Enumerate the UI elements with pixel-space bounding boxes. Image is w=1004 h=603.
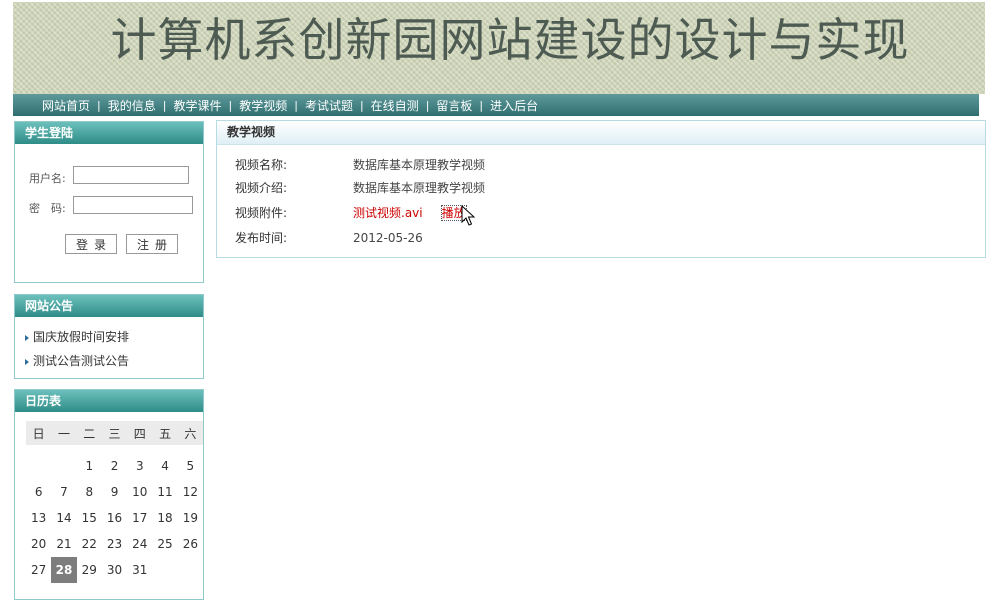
- day-cell: 12: [182, 485, 198, 499]
- day-cell: 23: [106, 537, 123, 551]
- video-attachment-row: 视频附件: 测试视频.avi 播放: [235, 204, 467, 221]
- nav-videos[interactable]: 教学视频: [232, 97, 294, 114]
- notice-list: 国庆放假时间安排 测试公告测试公告: [15, 317, 203, 373]
- day-cell: [152, 557, 177, 583]
- day-cell: 17: [132, 511, 148, 525]
- nav-self-test[interactable]: 在线自测: [364, 97, 426, 114]
- day-cell: 30: [106, 563, 123, 577]
- weekday-cell: 二: [76, 421, 102, 445]
- video-name-label: 视频名称:: [235, 158, 288, 172]
- weekday-cell: 日: [26, 421, 52, 445]
- day-cell: 14: [56, 511, 72, 525]
- main-nav: 网站首页 | 我的信息 | 教学课件 | 教学视频 | 考试试题 | 在线自测 | 留言板 |…: [13, 94, 979, 116]
- weekday-cell: 五: [152, 421, 178, 445]
- bullet-arrow-icon: [25, 334, 29, 341]
- mouse-pointer-icon: [461, 205, 475, 226]
- login-button[interactable]: 登录: [65, 234, 117, 254]
- video-date-label: 发布时间:: [235, 231, 288, 245]
- password-input[interactable]: [73, 196, 193, 214]
- day-cell: 27: [30, 563, 47, 577]
- password-label: 密 码:: [29, 202, 66, 215]
- weekday-cell: 四: [127, 421, 153, 445]
- notice-item[interactable]: 测试公告测试公告: [25, 349, 203, 373]
- nav-home[interactable]: 网站首页: [35, 97, 97, 114]
- day-cell: 8: [85, 485, 94, 499]
- day-cell: 25: [157, 537, 173, 551]
- day-cell: 26: [182, 537, 198, 551]
- day-cell: [26, 453, 51, 479]
- day-cell: 9: [110, 485, 119, 499]
- calendar-week: 27 28 29 30 31: [26, 557, 203, 583]
- day-cell: 29: [81, 563, 97, 577]
- username-label: 用户名:: [29, 172, 66, 185]
- panel-title: 教学视频: [217, 121, 985, 145]
- notice-item-label: 测试公告测试公告: [33, 354, 130, 368]
- calendar-week: 13 14 15 16 17 18 19: [26, 505, 203, 531]
- day-cell: [51, 453, 76, 479]
- calendar-week: 20 21 22 23 24 25 26: [26, 531, 203, 557]
- day-cell: 21: [56, 537, 72, 551]
- video-name-value: 数据库基本原理教学视频: [353, 158, 486, 172]
- login-box-title: 学生登陆: [15, 122, 203, 144]
- nav-my-info[interactable]: 我的信息: [101, 97, 163, 114]
- video-intro-row: 视频介绍: 数据库基本原理教学视频: [235, 179, 485, 196]
- video-intro-label: 视频介绍:: [235, 181, 288, 195]
- video-attachment-label: 视频附件:: [235, 206, 288, 220]
- day-cell: 1: [85, 459, 94, 473]
- day-cell: 10: [132, 485, 148, 499]
- nav-admin[interactable]: 进入后台: [483, 97, 545, 114]
- day-cell: 31: [132, 563, 148, 577]
- notice-item[interactable]: 国庆放假时间安排: [25, 325, 203, 349]
- bullet-arrow-icon: [25, 358, 29, 365]
- day-cell: 6: [34, 485, 43, 499]
- day-cell: 4: [161, 459, 169, 473]
- notice-box: 网站公告 国庆放假时间安排 测试公告测试公告: [14, 294, 204, 379]
- day-cell: 20: [30, 537, 47, 551]
- day-cell: 5: [186, 459, 195, 473]
- day-cell: 18: [157, 511, 173, 525]
- video-file-link[interactable]: 测试视频.avi: [353, 206, 423, 220]
- register-button[interactable]: 注册: [126, 234, 178, 254]
- calendar-table: 日 一 二 三 四 五 六 12345 6 7 8 9 10 11 12 13 14 15 16 1…: [26, 421, 203, 583]
- day-cell: 19: [182, 511, 198, 525]
- calendar-week: 6 7 8 9 10 11 12: [26, 479, 203, 505]
- day-cell: 11: [157, 485, 173, 499]
- nav-exams[interactable]: 考试试题: [298, 97, 360, 114]
- username-row: 用户名:: [29, 166, 189, 186]
- calendar-box-title: 日历表: [15, 390, 203, 412]
- day-cell: 2: [110, 459, 119, 473]
- video-date-row: 发布时间: 2012-05-26: [235, 229, 423, 246]
- day-cell: 3: [135, 459, 144, 473]
- day-cell: 24: [132, 537, 148, 551]
- notice-box-title: 网站公告: [15, 295, 203, 317]
- day-cell: 13: [30, 511, 47, 525]
- video-name-row: 视频名称: 数据库基本原理教学视频: [235, 156, 485, 173]
- login-box: 学生登陆 用户名: 密 码: 登录 注册: [14, 121, 204, 283]
- weekday-cell: 三: [101, 421, 128, 445]
- day-cell: [178, 557, 203, 583]
- day-cell: 7: [60, 485, 68, 499]
- username-input[interactable]: [73, 166, 189, 184]
- nav-courseware[interactable]: 教学课件: [166, 97, 228, 114]
- calendar-weekday-row: 日 一 二 三 四 五 六: [26, 421, 203, 445]
- day-cell: 16: [106, 511, 123, 525]
- video-intro-value: 数据库基本原理教学视频: [353, 181, 486, 195]
- video-date-value: 2012-05-26: [353, 231, 423, 245]
- weekday-cell: 六: [177, 421, 203, 445]
- weekday-cell: 一: [51, 421, 77, 445]
- password-row: 密 码:: [29, 196, 193, 216]
- site-title: 计算机系创新园网站建设的设计与实现: [110, 13, 910, 67]
- calendar-box: 日历表 日 一 二 三 四 五 六 12345 6 7 8 9 10 11 12 13 14 1…: [14, 389, 204, 600]
- calendar-week: 1 2 3 4 5: [26, 453, 203, 479]
- nav-guestbook[interactable]: 留言板: [429, 97, 479, 114]
- video-detail-panel: 教学视频 视频名称: 数据库基本原理教学视频 视频介绍: 数据库基本原理教学视频 视…: [216, 120, 986, 258]
- day-cell: 15: [81, 511, 97, 525]
- day-cell: 22: [81, 537, 97, 551]
- day-cell-today: 28: [51, 557, 77, 583]
- site-banner: 计算机系创新园网站建设的设计与实现: [13, 2, 985, 94]
- notice-item-label: 国庆放假时间安排: [33, 330, 130, 344]
